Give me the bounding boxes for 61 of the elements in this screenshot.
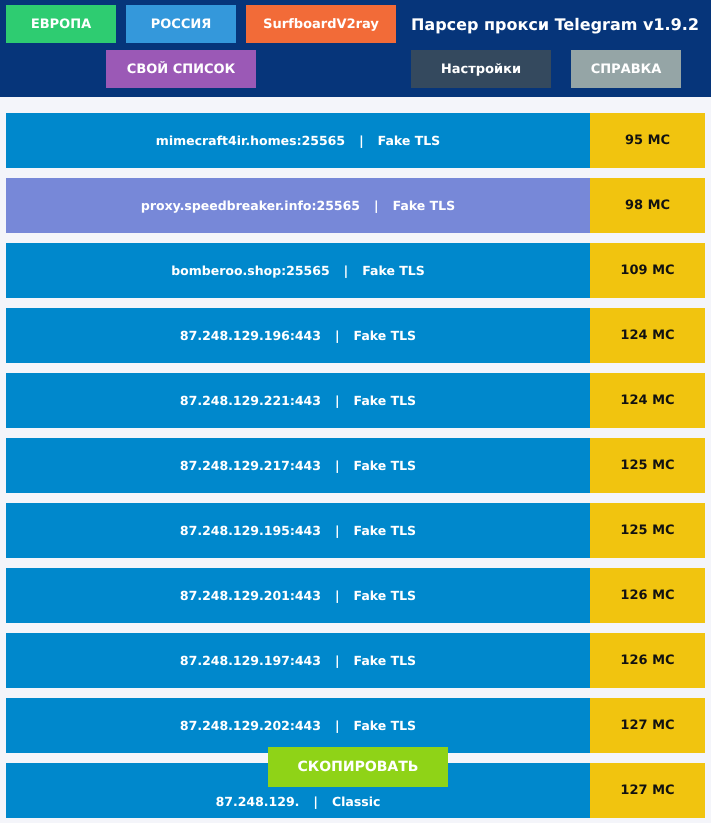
proxy-row[interactable]: 87.248.129.202:443 | Fake TLS xyxy=(6,698,590,753)
proxy-row[interactable]: 87.248.129.217:443 | Fake TLS xyxy=(6,438,590,493)
proxy-protocol: Classic xyxy=(332,794,380,809)
separator: | xyxy=(334,718,340,733)
proxy-row[interactable]: 87.248.129.196:443 | Fake TLS xyxy=(6,308,590,363)
nav-button[interactable]: СПРАВКА xyxy=(571,50,681,88)
proxy-protocol: Fake TLS xyxy=(354,718,416,733)
ping-value: 124 МС xyxy=(590,308,705,363)
nav-button[interactable]: СВОЙ СПИСОК xyxy=(106,50,256,88)
separator: | xyxy=(359,133,364,148)
proxy-row[interactable]: 87.248.129.201:443 | Fake TLS xyxy=(6,568,590,623)
proxy-row[interactable]: bomberoo.shop:25565 | Fake TLS xyxy=(6,243,590,298)
proxy-row[interactable]: mimecraft4ir.homes:25565 | Fake TLS xyxy=(6,113,590,168)
ping-value: 95 МС xyxy=(590,113,705,168)
ping-value: 124 МС xyxy=(590,373,705,428)
separator: | xyxy=(313,794,318,809)
proxy-address: 87.248.129.195:443 xyxy=(180,523,321,538)
proxy-address: mimecraft4ir.homes:25565 xyxy=(156,133,346,148)
proxy-address: 87.248.129. xyxy=(216,794,300,809)
proxy-protocol: Fake TLS xyxy=(354,328,416,343)
proxy-address: 87.248.129.196:443 xyxy=(180,328,321,343)
proxy-protocol: Fake TLS xyxy=(354,523,416,538)
nav-button[interactable]: ЕВРОПА xyxy=(6,5,116,43)
proxy-address: 87.248.129.201:443 xyxy=(180,588,321,603)
proxy-address: 87.248.129.217:443 xyxy=(180,458,321,473)
nav-button[interactable]: SurfboardV2ray xyxy=(246,5,396,43)
ping-value: 127 МС xyxy=(590,698,705,753)
proxy-address: 87.248.129.221:443 xyxy=(180,393,321,408)
proxy-address: 87.248.129.197:443 xyxy=(180,653,321,668)
proxy-row[interactable]: 87.248.129.197:443 | Fake TLS xyxy=(6,633,590,688)
proxy-protocol: Fake TLS xyxy=(378,133,440,148)
proxy-address: 87.248.129.202:443 xyxy=(180,718,321,733)
proxy-protocol: Fake TLS xyxy=(354,393,416,408)
proxy-address: proxy.speedbreaker.info:25565 xyxy=(140,198,360,213)
proxy-protocol: Fake TLS xyxy=(354,458,416,473)
app-title: Парсер прокси Telegram v1.9.2 xyxy=(411,14,699,34)
separator: | xyxy=(334,393,340,408)
proxy-protocol: Fake TLS xyxy=(392,198,456,213)
proxy-address: bomberoo.shop:25565 xyxy=(171,263,330,278)
ping-value: 125 МС xyxy=(590,438,705,493)
ping-value: 109 МС xyxy=(590,243,705,298)
ping-value: 125 МС xyxy=(590,503,705,558)
proxy-protocol: Fake TLS xyxy=(354,588,416,603)
proxy-protocol: Fake TLS xyxy=(362,263,425,278)
proxy-row[interactable]: proxy.speedbreaker.info:25565 | Fake TLS xyxy=(6,178,590,233)
ping-value: 98 МС xyxy=(590,178,705,233)
proxy-row[interactable]: 87.248.129.221:443 | Fake TLS xyxy=(6,373,590,428)
nav-button[interactable]: Настройки xyxy=(411,50,551,88)
proxy-row[interactable]: 87.248.129.195:443 | Fake TLS xyxy=(6,503,590,558)
separator: | xyxy=(334,458,340,473)
proxy-protocol: Fake TLS xyxy=(354,653,416,668)
separator: | xyxy=(334,653,340,668)
separator: | xyxy=(374,198,379,213)
separator: | xyxy=(344,263,348,278)
ping-value: 126 МС xyxy=(590,633,705,688)
separator: | xyxy=(334,328,340,343)
separator: | xyxy=(334,588,340,603)
separator: | xyxy=(334,523,340,538)
ping-value: 126 МС xyxy=(590,568,705,623)
nav-button[interactable]: РОССИЯ xyxy=(126,5,236,43)
ping-value: 127 МС xyxy=(590,763,705,818)
